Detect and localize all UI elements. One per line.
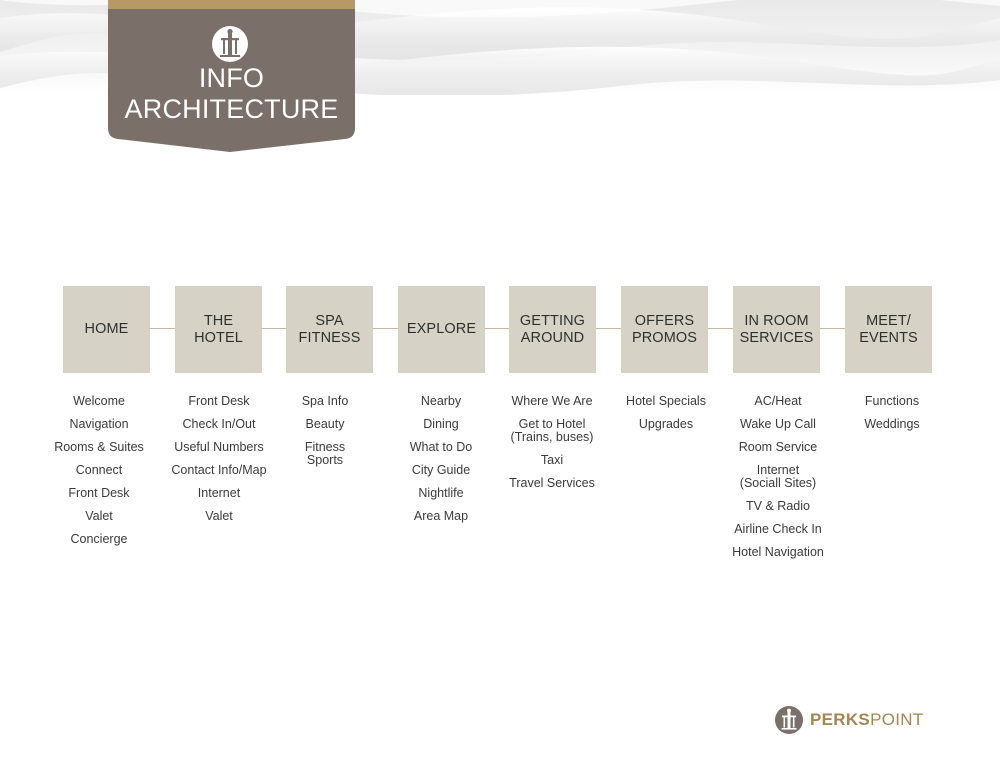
home-items: Welcome Navigation Rooms & Suites Connec… — [34, 395, 164, 556]
list-item[interactable]: Internet — [154, 487, 284, 500]
list-item[interactable]: Taxi — [487, 454, 617, 467]
list-item[interactable]: Rooms & Suites — [34, 441, 164, 454]
category-label: IN ROOM SERVICES — [739, 312, 814, 346]
title-banner: INFO ARCHITECTURE — [108, 0, 355, 152]
category-label: THE HOTEL — [194, 312, 243, 346]
category-label: EXPLORE — [406, 321, 477, 337]
getting-around-items: Where We Are Get to Hotel (Trains, buses… — [487, 395, 617, 500]
list-item[interactable]: Airline Check In — [713, 523, 843, 536]
list-item[interactable]: TV & Radio — [713, 500, 843, 513]
list-item[interactable]: Hotel Specials — [601, 395, 731, 408]
offers-promos-items: Hotel Specials Upgrades — [601, 395, 731, 441]
brand-name: PERKSPOINT — [810, 710, 924, 730]
spa-fitness-items: Spa Info Beauty Fitness Sports — [260, 395, 390, 477]
category-home[interactable]: HOME — [63, 286, 150, 373]
category-label: SPA FITNESS — [298, 312, 361, 346]
list-item[interactable]: Room Service — [713, 441, 843, 454]
list-item[interactable]: Upgrades — [601, 418, 731, 431]
category-spa-fitness[interactable]: SPA FITNESS — [286, 286, 373, 373]
list-item[interactable]: Concierge — [34, 533, 164, 546]
list-item[interactable]: Area Map — [376, 510, 506, 523]
perkspoint-logo-icon — [775, 706, 803, 734]
list-item[interactable]: Travel Services — [487, 477, 617, 490]
list-item[interactable]: Fitness Sports — [260, 441, 390, 467]
list-item[interactable]: Get to Hotel (Trains, buses) — [487, 418, 617, 444]
category-getting-around[interactable]: GETTING AROUND — [509, 286, 596, 373]
category-meet-events[interactable]: MEET/ EVENTS — [845, 286, 932, 373]
brand-name-regular: POINT — [870, 710, 924, 729]
list-item[interactable]: Front Desk — [34, 487, 164, 500]
list-item[interactable]: Beauty — [260, 418, 390, 431]
list-item[interactable]: Where We Are — [487, 395, 617, 408]
list-item[interactable]: Connect — [34, 464, 164, 477]
brand-name-bold: PERKS — [810, 710, 871, 729]
category-offers-promos[interactable]: OFFERS PROMOS — [621, 286, 708, 373]
list-item[interactable]: Wake Up Call — [713, 418, 843, 431]
category-label: MEET/ EVENTS — [859, 312, 918, 346]
list-item[interactable]: Hotel Navigation — [713, 546, 843, 559]
perkspoint-logo-icon — [212, 26, 248, 62]
category-in-room-services[interactable]: IN ROOM SERVICES — [733, 286, 820, 373]
list-item[interactable]: Welcome — [34, 395, 164, 408]
list-item[interactable]: Spa Info — [260, 395, 390, 408]
list-item[interactable]: Weddings — [827, 418, 957, 431]
page-title: INFO ARCHITECTURE — [108, 63, 355, 125]
category-explore[interactable]: EXPLORE — [398, 286, 485, 373]
category-label: GETTING AROUND — [519, 312, 586, 346]
list-item[interactable]: Internet (Sociall Sites) — [713, 464, 843, 490]
list-item[interactable]: Navigation — [34, 418, 164, 431]
category-label: OFFERS PROMOS — [631, 312, 698, 346]
list-item[interactable]: Valet — [34, 510, 164, 523]
list-item[interactable]: AC/Heat — [713, 395, 843, 408]
page-title-line-2: ARCHITECTURE — [124, 94, 339, 124]
category-the-hotel[interactable]: THE HOTEL — [175, 286, 262, 373]
list-item[interactable]: Functions — [827, 395, 957, 408]
brand-logo: PERKSPOINT — [774, 705, 924, 735]
page-title-line-1: INFO — [198, 63, 265, 93]
in-room-services-items: AC/Heat Wake Up Call Room Service Intern… — [713, 395, 843, 569]
category-label: HOME — [84, 321, 129, 337]
meet-events-items: Functions Weddings — [827, 395, 957, 441]
list-item[interactable]: Valet — [154, 510, 284, 523]
